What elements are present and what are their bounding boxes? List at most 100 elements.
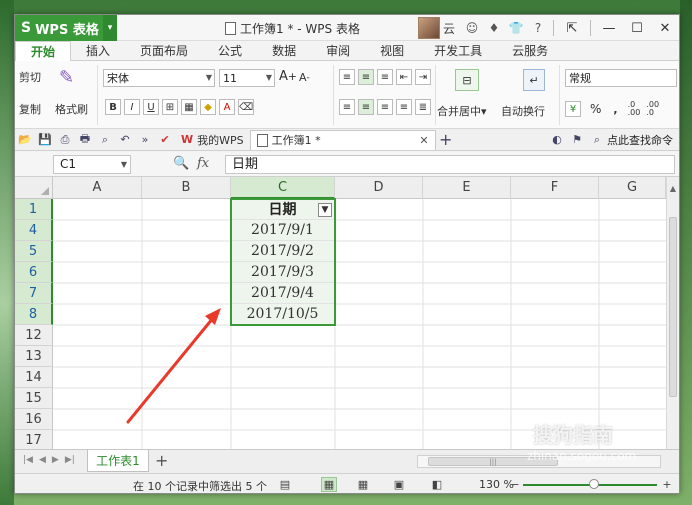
close-icon[interactable]: ✕	[419, 134, 428, 147]
tab-cloud[interactable]: 云服务	[497, 41, 563, 61]
tab-view[interactable]: 视图	[365, 41, 419, 61]
align-middle-icon[interactable]: ≡	[358, 69, 374, 85]
restore-ribbon-button[interactable]: ⇱	[558, 15, 586, 41]
fill-pattern-icon[interactable]: ▦	[181, 99, 197, 115]
sheet-tab-1[interactable]: 工作表1	[87, 450, 149, 472]
underline-button[interactable]: U	[143, 99, 159, 115]
tab-insert[interactable]: 插入	[71, 41, 125, 61]
page-break-view-icon[interactable]: ▦	[355, 477, 371, 492]
fx-icon[interactable]: fx	[197, 156, 209, 171]
sheet-nav-arrows[interactable]: |◀ ◀ ▶ ▶|	[23, 455, 75, 465]
wrap-text-button[interactable]: 自动换行	[501, 103, 545, 119]
skin-icon[interactable]: ♦	[486, 20, 502, 36]
fill-color-icon[interactable]: ◆	[200, 99, 216, 115]
align-right-icon[interactable]: ≡	[377, 99, 393, 115]
scrollbar-thumb[interactable]	[669, 217, 677, 397]
save-icon[interactable]: 💾	[38, 133, 52, 147]
number-format-select[interactable]: 常规	[565, 69, 677, 87]
reading-mode-icon[interactable]: ◧	[429, 477, 445, 492]
new-tab-icon[interactable]: +	[439, 130, 453, 149]
chevron-down-icon[interactable]: ▼	[121, 156, 127, 173]
row-header[interactable]: 6	[15, 262, 53, 283]
column-header-b[interactable]: B	[142, 177, 231, 199]
page-layout-view-icon[interactable]: ▣	[391, 477, 407, 492]
row-header[interactable]: 15	[15, 388, 53, 409]
cut-button[interactable]: 剪切	[19, 69, 41, 85]
avatar[interactable]	[417, 17, 440, 39]
print-icon[interactable]: 🖶	[78, 132, 92, 147]
row-header[interactable]: 5	[15, 241, 53, 262]
user-dropdown-icon[interactable]: ☺	[464, 20, 480, 36]
row-header[interactable]: 1	[15, 199, 53, 220]
copy-button[interactable]: 复制	[19, 101, 41, 117]
filter-icon[interactable]: ▼	[318, 203, 332, 217]
column-header-c[interactable]: C	[231, 177, 335, 199]
decrease-decimal-button[interactable]: .00.0	[646, 101, 659, 117]
help-icon[interactable]: ?	[530, 20, 546, 36]
row-header[interactable]: 14	[15, 367, 53, 388]
indent-increase-icon[interactable]: ⇥	[415, 69, 431, 85]
formula-input[interactable]: 日期	[225, 155, 675, 174]
row-header[interactable]: 17	[15, 430, 53, 449]
tab-home[interactable]: 开始	[15, 40, 72, 62]
more-icon[interactable]: »	[138, 133, 152, 147]
tab-data[interactable]: 数据	[257, 41, 311, 61]
date-cell[interactable]: 2017/9/2	[231, 241, 335, 262]
select-all-corner[interactable]	[15, 177, 53, 199]
zoom-slider-knob[interactable]	[589, 479, 599, 489]
name-box[interactable]: C1 ▼	[53, 155, 131, 174]
close-button[interactable]: ✕	[651, 15, 679, 41]
merge-center-button[interactable]: 合并居中 ▾	[437, 103, 487, 119]
record-icon[interactable]: ▤	[277, 477, 293, 492]
align-center-icon[interactable]: ≡	[358, 99, 374, 115]
normal-view-icon[interactable]: ▦	[321, 477, 337, 492]
pin-icon[interactable]: ✔	[158, 133, 172, 147]
search-icon[interactable]: ⌕	[590, 133, 604, 147]
minimize-button[interactable]: —	[595, 15, 623, 41]
column-header-g[interactable]: G	[599, 177, 666, 199]
maximize-button[interactable]: ☐	[623, 15, 651, 41]
row-header[interactable]: 16	[15, 409, 53, 430]
wrap-text-icon[interactable]: ↵	[523, 69, 545, 91]
column-header-a[interactable]: A	[53, 177, 142, 199]
align-left-icon[interactable]: ≡	[339, 99, 355, 115]
command-search[interactable]: 点此查找命令	[607, 132, 673, 148]
tab-developer[interactable]: 开发工具	[419, 41, 497, 61]
print-preview-icon[interactable]: ⌕	[98, 133, 112, 147]
brush-icon[interactable]: ◐	[550, 133, 564, 147]
column-header-e[interactable]: E	[423, 177, 511, 199]
zoom-in-icon[interactable]: +	[659, 477, 675, 492]
chevron-down-icon[interactable]: ▾	[103, 15, 117, 41]
format-painter-icon[interactable]: ✎	[59, 67, 74, 88]
prev-sheet-icon[interactable]: ◀	[39, 455, 46, 465]
row-header[interactable]: 8	[15, 304, 53, 325]
percent-button[interactable]: %	[590, 102, 601, 116]
border-icon[interactable]: ⊞	[162, 99, 178, 115]
font-size-select[interactable]: 11 ▼	[219, 69, 275, 87]
add-sheet-icon[interactable]: +	[155, 451, 168, 470]
first-sheet-icon[interactable]: |◀	[23, 455, 33, 465]
clear-format-icon[interactable]: ⌫	[238, 99, 254, 115]
align-top-icon[interactable]: ≡	[339, 69, 355, 85]
tab-page-layout[interactable]: 页面布局	[125, 41, 203, 61]
open-folder-icon[interactable]: 📂	[18, 133, 32, 147]
tab-formulas[interactable]: 公式	[203, 41, 257, 61]
zoom-slider[interactable]	[523, 479, 657, 489]
export-pdf-icon[interactable]: ⎙	[58, 133, 72, 147]
column-header-d[interactable]: D	[335, 177, 423, 199]
zoom-out-icon[interactable]: −	[507, 477, 523, 492]
bold-button[interactable]: B	[105, 99, 121, 115]
zoom-search-icon[interactable]: 🔍	[173, 156, 189, 171]
vertical-scrollbar[interactable]	[666, 199, 679, 449]
app-menu-button[interactable]: S WPS 表格 ▾	[15, 15, 117, 41]
font-color-icon[interactable]: A	[219, 99, 235, 115]
shirt-icon[interactable]: 👕	[508, 20, 524, 36]
next-sheet-icon[interactable]: ▶	[52, 455, 59, 465]
date-cell[interactable]: 2017/9/4	[231, 283, 335, 304]
comma-button[interactable]: ,	[613, 103, 617, 116]
flag-icon[interactable]: ⚑	[570, 133, 584, 147]
shrink-font-button[interactable]: A-	[299, 71, 310, 84]
date-cell[interactable]: 2017/9/1	[231, 220, 335, 241]
row-header[interactable]: 12	[15, 325, 53, 346]
grow-font-button[interactable]: A +	[279, 69, 297, 84]
